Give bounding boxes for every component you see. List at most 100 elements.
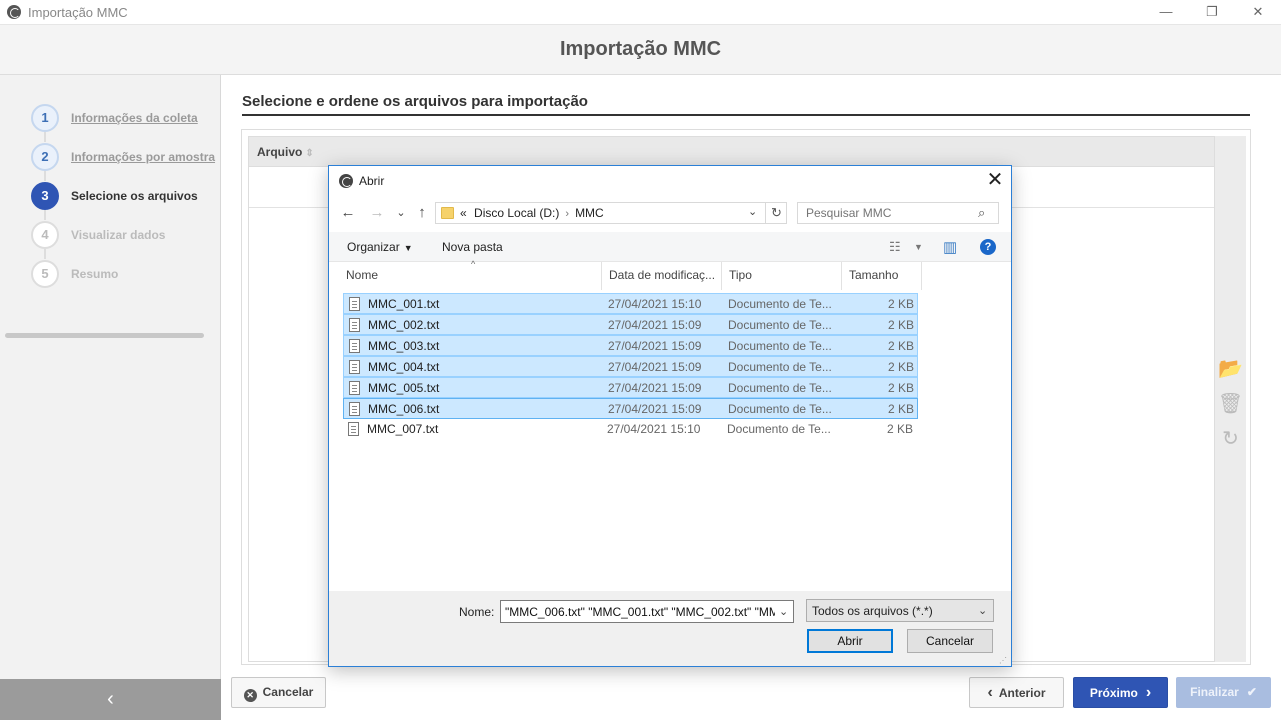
- file-list-header: ^ Nome Data de modificaç... Tipo Tamanho: [334, 259, 1009, 290]
- sort-icon: ⇕: [305, 148, 314, 159]
- file-row[interactable]: MMC_004.txt 27/04/2021 15:09 Documento d…: [343, 356, 918, 377]
- file-row[interactable]: MMC_001.txt 27/04/2021 15:10 Documento d…: [343, 293, 918, 314]
- dialog-bottom-bar: Nome: ⌄ Todos os arquivos (*.*) ⌄ Abrir …: [329, 591, 1011, 666]
- step-number: 2: [31, 143, 59, 171]
- column-size[interactable]: Tamanho: [842, 262, 922, 290]
- wizard-title: Importação MMC: [559, 38, 722, 60]
- step-number: 3: [31, 182, 59, 210]
- recent-locations-icon[interactable]: ⌄: [391, 202, 411, 224]
- wizard-steps-sidebar: 1 Informações da coleta 2 Informações po…: [0, 75, 221, 679]
- section-title: Selecione e ordene os arquivos para impo…: [242, 93, 1250, 116]
- column-date[interactable]: Data de modificaç...: [602, 262, 722, 290]
- file-row[interactable]: MMC_002.txt 27/04/2021 15:09 Documento d…: [343, 314, 918, 335]
- app-icon: [7, 5, 21, 19]
- close-icon[interactable]: ✕: [983, 169, 1007, 193]
- dialog-title: Abrir: [359, 174, 385, 188]
- step-connector: [44, 210, 46, 220]
- filename-combobox[interactable]: ⌄: [500, 600, 794, 623]
- app-icon: [339, 174, 353, 188]
- step-4: 4 Visualizar dados: [31, 221, 221, 249]
- text-file-icon: [349, 318, 360, 332]
- chevron-right-icon: ›: [1145, 684, 1152, 701]
- minimize-button[interactable]: —: [1143, 0, 1189, 25]
- step-3: 3 Selecione os arquivos: [31, 182, 221, 210]
- command-bar: Organizar ▼ Nova pasta ☷ ▼ ▥ ?: [329, 232, 1011, 262]
- breadcrumb-separator: ›: [565, 208, 570, 220]
- filetype-value: Todos os arquivos (*.*): [812, 604, 933, 618]
- sidebar-collapse-button[interactable]: ‹: [0, 679, 221, 720]
- step-1[interactable]: 1 Informações da coleta: [31, 104, 221, 132]
- chevron-down-icon[interactable]: ⌄: [779, 605, 788, 618]
- step-5: 5 Resumo: [31, 260, 221, 288]
- folder-icon: [441, 207, 454, 219]
- view-options-icon[interactable]: ☷: [889, 239, 901, 255]
- search-icon: ⌕: [978, 205, 986, 220]
- file-row[interactable]: MMC_006.txt 27/04/2021 15:09 Documento d…: [343, 398, 918, 419]
- step-number: 5: [31, 260, 59, 288]
- step-label: Selecione os arquivos: [71, 189, 198, 203]
- open-file-dialog: Abrir ✕ ← → ⌄ ↑ « Disco Local (D:) › MMC ⌄…: [328, 165, 1012, 667]
- back-arrow-icon[interactable]: ←: [338, 202, 358, 224]
- step-number: 1: [31, 104, 59, 132]
- chevron-left-icon: ‹: [987, 684, 993, 701]
- preview-pane-icon[interactable]: ▥: [943, 238, 957, 256]
- cancel-button[interactable]: ✕ Cancelar: [231, 677, 326, 708]
- step-connector: [44, 171, 46, 181]
- step-label: Informações da coleta: [71, 111, 198, 125]
- column-arquivo[interactable]: Arquivo ⇕: [257, 145, 314, 159]
- filename-label: Nome:: [459, 605, 495, 619]
- open-button[interactable]: Abrir: [807, 629, 893, 653]
- file-row[interactable]: MMC_005.txt 27/04/2021 15:09 Documento d…: [343, 377, 918, 398]
- filename-input[interactable]: [501, 601, 775, 622]
- wizard-header: Importação MMC: [0, 25, 1281, 75]
- text-file-icon: [349, 297, 360, 311]
- close-window-button[interactable]: ✕: [1235, 0, 1281, 25]
- filetype-select[interactable]: Todos os arquivos (*.*) ⌄: [806, 599, 994, 622]
- up-arrow-icon[interactable]: ↑: [412, 202, 432, 224]
- file-list: MMC_001.txt 27/04/2021 15:10 Documento d…: [343, 293, 918, 440]
- check-icon: ✔: [1246, 685, 1257, 699]
- text-file-icon: [349, 402, 360, 416]
- step-2[interactable]: 2 Informações por amostra: [31, 143, 221, 171]
- caret-down-icon: ▼: [403, 243, 413, 253]
- file-row[interactable]: MMC_007.txt 27/04/2021 15:10 Documento d…: [343, 419, 918, 440]
- chevron-down-icon[interactable]: ⌄: [748, 205, 757, 218]
- resize-grip-icon[interactable]: ⋰: [999, 656, 1007, 665]
- address-bar[interactable]: « Disco Local (D:) › MMC ⌄ ↻: [435, 202, 787, 224]
- text-file-icon: [349, 381, 360, 395]
- text-file-icon: [349, 339, 360, 353]
- file-row[interactable]: MMC_003.txt 27/04/2021 15:09 Documento d…: [343, 335, 918, 356]
- chevron-down-icon: ⌄: [978, 605, 988, 617]
- restore-button[interactable]: ❐: [1189, 0, 1235, 25]
- trash-icon[interactable]: 🗑: [1215, 389, 1246, 419]
- step-label: Visualizar dados: [71, 228, 166, 242]
- step-label: Informações por amostra: [71, 150, 216, 164]
- refresh-icon[interactable]: ↻: [765, 203, 787, 223]
- add-folder-icon[interactable]: 📂: [1215, 354, 1246, 384]
- navigation-bar: ← → ⌄ ↑ « Disco Local (D:)›MMC ⌄ ↻ ⌕: [329, 200, 1011, 226]
- step-connector: [44, 132, 46, 142]
- grid-header: Arquivo ⇕: [249, 137, 1214, 167]
- window-title: Importação MMC: [28, 5, 128, 20]
- column-type[interactable]: Tipo: [722, 262, 842, 290]
- breadcrumb-drive[interactable]: Disco Local (D:): [474, 206, 559, 220]
- previous-button[interactable]: ‹ Anterior: [969, 677, 1064, 708]
- column-name[interactable]: Nome: [339, 262, 602, 290]
- search-box[interactable]: ⌕: [797, 202, 999, 224]
- step-connector: [44, 249, 46, 259]
- new-folder-button[interactable]: Nova pasta: [442, 240, 503, 254]
- refresh-icon[interactable]: ↻: [1215, 424, 1246, 454]
- dialog-titlebar: Abrir ✕: [329, 166, 1011, 196]
- breadcrumb-folder[interactable]: MMC: [575, 206, 604, 220]
- finish-button[interactable]: Finalizar ✔: [1176, 677, 1271, 708]
- caret-down-icon[interactable]: ▼: [914, 242, 923, 252]
- forward-arrow-icon[interactable]: →: [367, 202, 387, 224]
- step-label: Resumo: [71, 267, 119, 281]
- help-icon[interactable]: ?: [980, 239, 996, 255]
- text-file-icon: [349, 360, 360, 374]
- dialog-cancel-button[interactable]: Cancelar: [907, 629, 993, 653]
- organize-menu[interactable]: Organizar ▼: [347, 240, 413, 254]
- sidebar-scrollbar[interactable]: [5, 333, 204, 338]
- next-button[interactable]: Próximo ›: [1073, 677, 1168, 708]
- search-input[interactable]: [798, 203, 973, 223]
